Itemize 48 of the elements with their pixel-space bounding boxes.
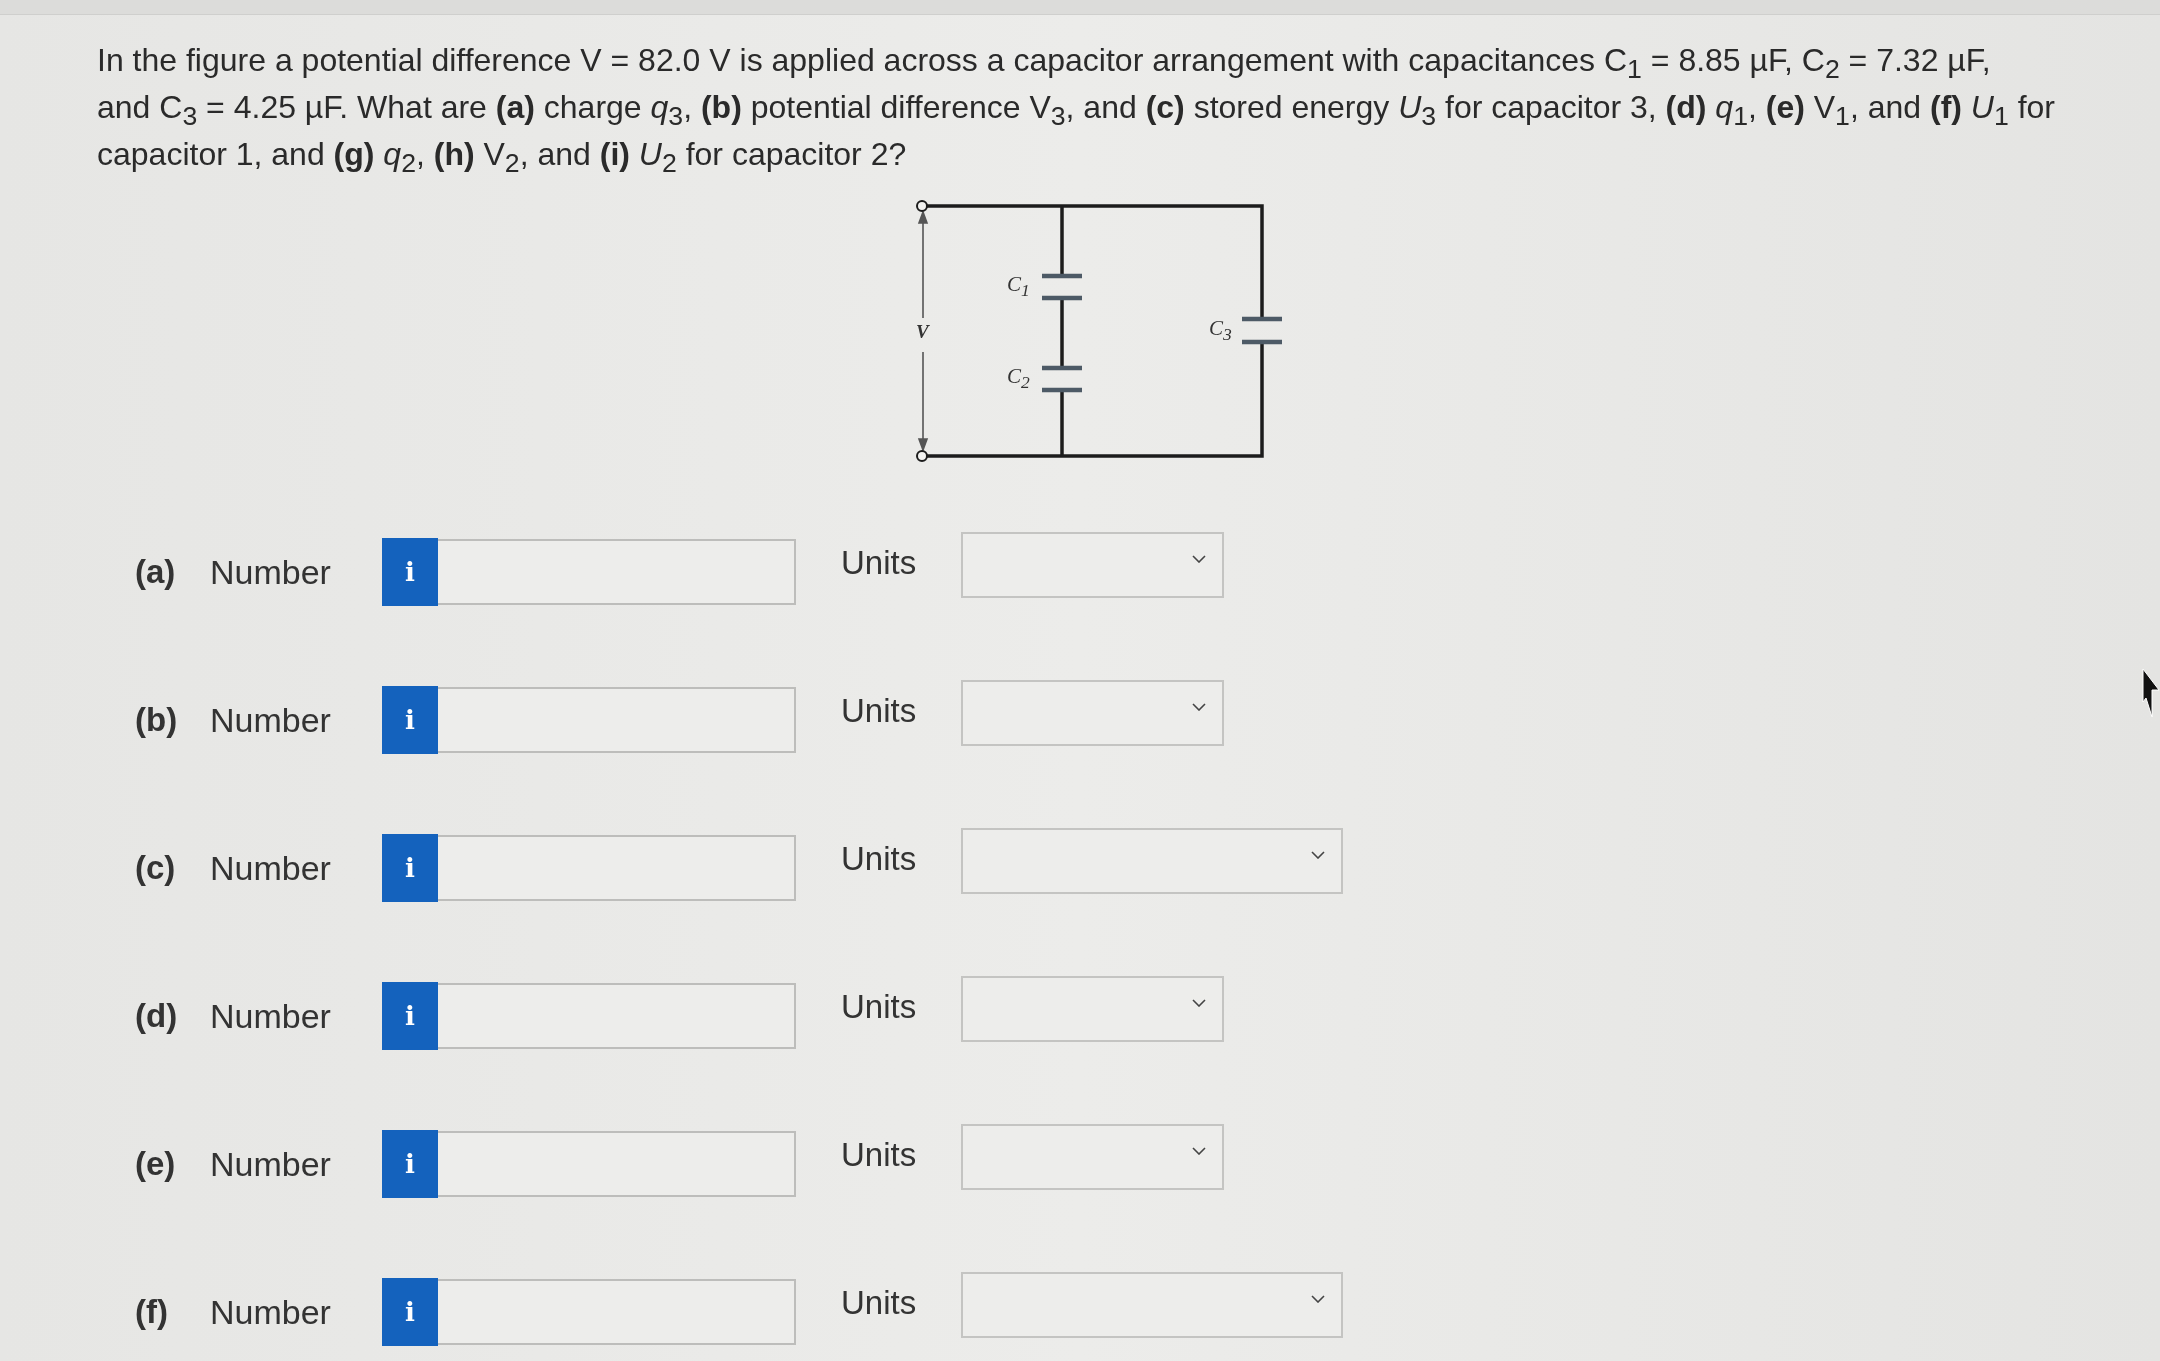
field-label: Number [210,1144,332,1184]
info-button[interactable]: i [382,538,438,606]
chevron-down-icon [1192,999,1206,1007]
info-button[interactable]: i [382,834,438,902]
field-label: Number [210,552,332,592]
chevron-down-icon [1192,555,1206,563]
cursor-icon [2142,668,2160,718]
diagram-label: C$_{3}$ [1209,318,1232,339]
units-label: Units [841,1136,918,1174]
info-button[interactable]: i [382,1130,438,1198]
units-label: Units [841,988,918,1026]
units-dropdown[interactable] [961,1124,1224,1190]
part-label: (c) [135,849,177,887]
part-label: (e) [135,1145,177,1183]
part-label: (d) [135,997,179,1035]
part-label: (f) [135,1293,169,1331]
info-button[interactable]: i [382,686,438,754]
diagram-label: C$_{1}$ [1007,274,1030,295]
number-input[interactable] [438,539,796,605]
units-dropdown[interactable] [961,1272,1343,1338]
field-label: Number [210,700,332,740]
units-dropdown[interactable] [961,976,1224,1042]
part-label: (b) [135,701,179,739]
units-label: Units [841,1284,918,1322]
number-input[interactable] [438,983,796,1049]
units-label: Units [841,840,918,878]
number-input[interactable] [438,1131,796,1197]
units-label: Units [841,544,918,582]
chevron-down-icon [1311,1295,1325,1303]
chevron-down-icon [1311,851,1325,859]
number-input[interactable] [438,687,796,753]
units-dropdown[interactable] [961,680,1224,746]
units-dropdown[interactable] [961,532,1224,598]
number-input[interactable] [438,1279,796,1345]
field-label: Number [210,1292,332,1332]
info-button[interactable]: i [382,1278,438,1346]
info-button[interactable]: i [382,982,438,1050]
field-label: Number [210,848,332,888]
question-text: In the figure a potential difference V = 82.0 V is applied across a capacitor arrangement with capacitances C$_{1}$ = 8.85 µF, C$_{2}$ = 7.32 µF, and C$_{3}$ = 4.25 µF. What are (a) charge q$_{3}$, (b) potential difference V$_{3}$, and (c) stored energy U$_{3}$ for capacitor 3, (d) q$_{1}$, (e) V$_{1}$, and (f) U$_{1}$ for capacitor 1, and (g) q$_{2}$, (h) V$_{2}$, and (i) U$_{2}$ for capacitor 2? [97,41,2056,178]
chevron-down-icon [1192,703,1206,711]
diagram-label: V [916,322,929,341]
units-dropdown[interactable] [961,828,1343,894]
units-label: Units [841,692,918,730]
chevron-down-icon [1192,1147,1206,1155]
field-label: Number [210,996,332,1036]
part-label: (a) [135,553,177,591]
number-input[interactable] [438,835,796,901]
diagram-label: C$_{2}$ [1007,366,1030,387]
